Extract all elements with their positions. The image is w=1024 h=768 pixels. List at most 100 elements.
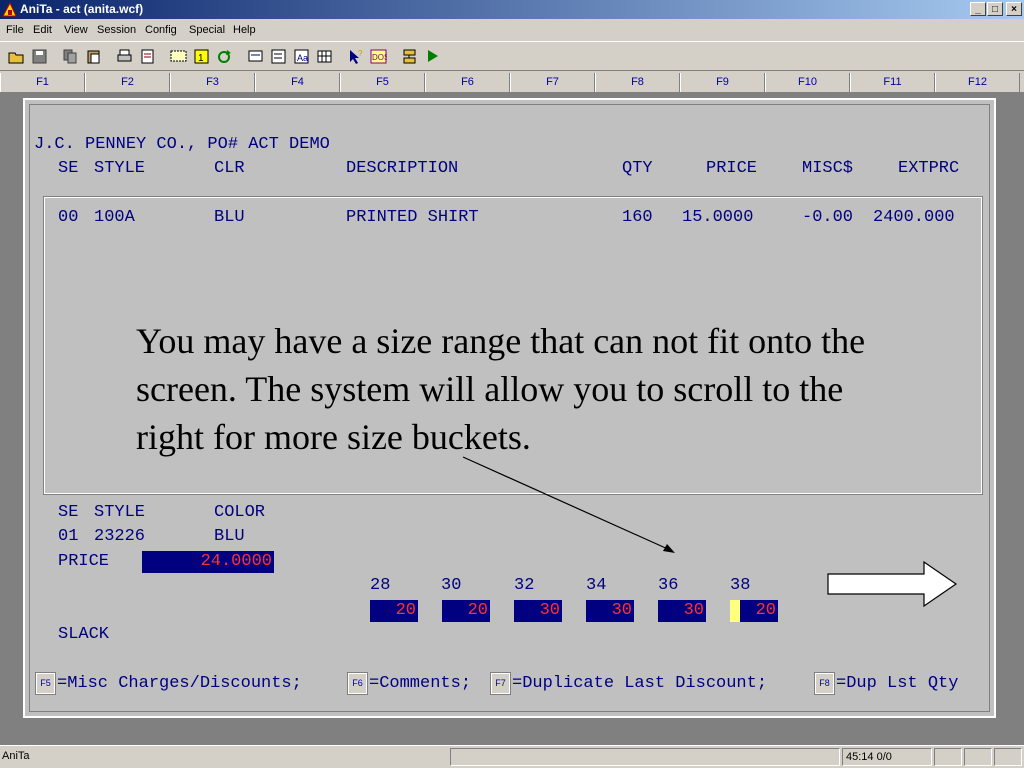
svg-text:?: ? [358,49,363,58]
entry-color-value[interactable]: BLU [214,527,245,547]
maximize-button[interactable]: □ [987,2,1003,16]
fkey-f2[interactable]: F2 [85,73,170,92]
size-qty-34[interactable]: 30 [586,600,634,622]
fkey-f1[interactable]: F1 [0,73,85,92]
print-setup-icon[interactable] [137,46,158,67]
status-position: 45:14 0/0 [842,748,932,766]
open-icon[interactable] [6,46,27,67]
entry-style-value[interactable]: 23226 [94,527,145,547]
size-label-30: 30 [441,576,462,595]
menu-config[interactable]: Config [145,23,177,37]
row-price[interactable]: 15.0000 [682,208,753,228]
capture-icon[interactable]: 1 [191,46,212,67]
hotkey-f8-text: =Dup Lst Qty [836,674,959,693]
size-qty-28[interactable]: 20 [370,600,418,622]
hotkey-f6-badge[interactable]: F6 [347,672,368,695]
dos-icon[interactable]: DOS [368,46,389,67]
row-clr[interactable]: BLU [214,208,245,228]
keyboard-icon[interactable] [245,46,266,67]
hotkey-f7-badge[interactable]: F7 [490,672,511,695]
col-se: SE [58,159,79,178]
workspace: J.C. PENNEY CO., PO# ACT DEMO SE STYLE C… [0,93,1024,745]
fkey-f3[interactable]: F3 [170,73,255,92]
status-panel-a [934,748,962,766]
menu-help[interactable]: Help [233,23,256,37]
entry-price-label: PRICE [58,552,110,571]
entry-se-value[interactable]: 01 [58,527,78,547]
menu-view[interactable]: View [64,23,88,37]
run-icon[interactable] [422,46,443,67]
callout-arrowhead-icon [663,544,675,553]
minimize-button[interactable]: _ [970,2,986,16]
menu-bar: File Edit View Session Config Special He… [0,19,1024,41]
window-title: AniTa - act (anita.wcf) [20,2,144,16]
menu-special[interactable]: Special [189,23,225,37]
row-description[interactable]: PRINTED SHIRT [346,208,479,228]
entry-color-label: COLOR [214,503,266,522]
hotkey-f5-badge[interactable]: F5 [35,672,56,695]
po-header: J.C. PENNEY CO., PO# ACT DEMO [34,135,330,154]
function-key-bar: F1 F2 F3 F4 F5 F6 F7 F8 F9 F10 F11 F12 [0,73,1024,93]
status-app-name: AniTa [2,750,30,762]
app-logo-icon [2,2,17,17]
hotkey-f7-text: =Duplicate Last Discount; [512,674,768,693]
status-panel-message [450,748,840,766]
size-label-28: 28 [370,576,391,595]
row-style[interactable]: 100A [94,208,135,228]
entry-style-label: STYLE [94,503,146,522]
col-price: PRICE [706,159,758,178]
row-qty[interactable]: 160 [622,208,653,228]
close-button[interactable]: × [1006,2,1022,16]
status-bar: AniTa 45:14 0/0 [0,745,1024,768]
menu-session[interactable]: Session [97,23,136,37]
scroll-right-arrow-icon [827,560,958,608]
fkey-f4[interactable]: F4 [255,73,340,92]
status-panel-c [994,748,1022,766]
menu-edit[interactable]: Edit [33,23,52,37]
fkey-f12[interactable]: F12 [935,73,1020,92]
title-bar: AniTa - act (anita.wcf) _ □ × [0,0,1024,19]
help-pointer-icon[interactable]: ? [345,46,366,67]
fkey-f8[interactable]: F8 [595,73,680,92]
col-qty: QTY [622,159,653,178]
fkey-f9[interactable]: F9 [680,73,765,92]
hotkey-f8-badge[interactable]: F8 [814,672,835,695]
row-misc[interactable]: -0.00 [802,208,853,228]
grid-icon[interactable] [314,46,335,67]
transfer-icon[interactable] [399,46,420,67]
screen-icon[interactable] [168,46,189,67]
size-qty-36[interactable]: 30 [658,600,706,622]
fkey-f6[interactable]: F6 [425,73,510,92]
save-icon[interactable] [29,46,50,67]
fkey-f11[interactable]: F11 [850,73,935,92]
fkey-f7[interactable]: F7 [510,73,595,92]
print-icon[interactable] [114,46,135,67]
svg-text:1: 1 [198,53,204,64]
col-description: DESCRIPTION [346,159,459,178]
slack-label: SLACK [58,625,110,644]
hotkey-f6-text: =Comments; [369,674,472,693]
row-se[interactable]: 00 [58,208,78,228]
fkey-f10[interactable]: F10 [765,73,850,92]
col-misc: MISC$ [802,159,854,178]
menu-file[interactable]: File [6,23,24,37]
size-label-38: 38 [730,576,751,595]
size-label-32: 32 [514,576,535,595]
hotkey-f5-text: =Misc Charges/Discounts; [57,674,302,693]
copy-icon[interactable] [60,46,81,67]
paste-icon[interactable] [83,46,104,67]
refresh-icon[interactable] [214,46,235,67]
size-qty-32[interactable]: 30 [514,600,562,622]
font-icon[interactable]: Aa [291,46,312,67]
terminal-icon[interactable] [268,46,289,67]
fkey-f5[interactable]: F5 [340,73,425,92]
terminal-screen[interactable]: J.C. PENNEY CO., PO# ACT DEMO SE STYLE C… [23,98,996,718]
toolbar: 1 Aa ? DOS [0,41,1024,71]
size-label-34: 34 [586,576,607,595]
text-cursor [730,600,740,622]
col-clr: CLR [214,159,245,178]
col-style: STYLE [94,159,146,178]
entry-price-field[interactable]: 24.0000 [142,551,274,573]
size-qty-30[interactable]: 20 [442,600,490,622]
row-extprc[interactable]: 2400.000 [873,208,955,228]
